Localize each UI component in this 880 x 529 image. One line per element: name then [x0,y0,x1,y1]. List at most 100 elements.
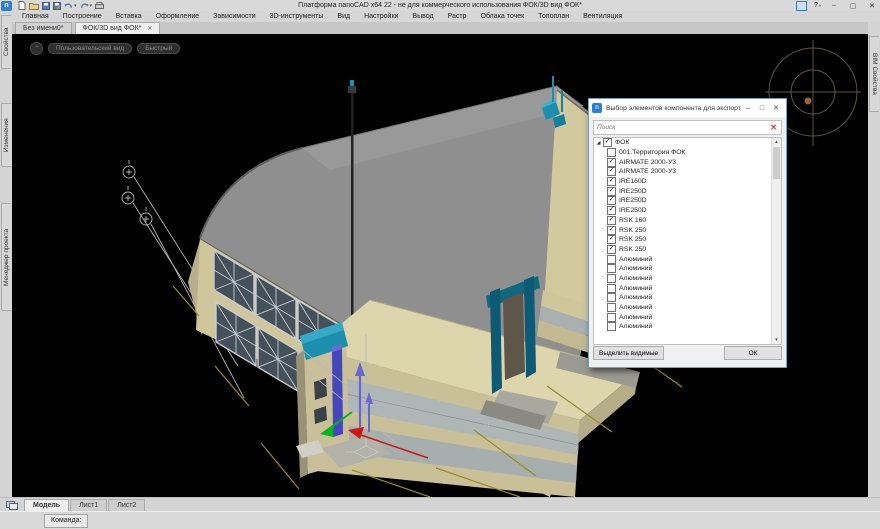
checkbox[interactable] [607,313,616,322]
undo-dropdown-icon[interactable]: ▾ [74,3,77,9]
ribbon-tab-Зависимости[interactable]: Зависимости [213,13,255,20]
dialog-search-input[interactable] [594,124,766,131]
tree-item[interactable]: 001.Территория ФОК [594,148,781,158]
ribbon-tab-Облака точек[interactable]: Облака точек [481,13,525,20]
dialog-minimize-button[interactable]: – [741,105,755,112]
dialog-maximize-button[interactable]: □ [755,105,769,112]
left-panel-tab-2[interactable]: Изменения [1,103,11,167]
checkbox[interactable]: ✓ [607,177,616,186]
tree-item[interactable]: ✓RSK 160 [594,216,781,226]
ribbon-tab-Вывод[interactable]: Вывод [412,13,433,20]
checkbox[interactable]: ✓ [607,206,616,215]
tree-item[interactable]: ✓AIRMATE 2000-У3 [594,157,781,167]
redo-dropdown-icon[interactable]: ▾ [90,3,93,9]
sheet-tab-Лист1[interactable]: Лист1 [70,499,107,512]
search-clear-icon[interactable]: ✕ [766,123,781,132]
checkbox[interactable] [607,284,616,293]
left-panel-tab-3[interactable]: Менеджер проекта [1,203,11,311]
open-folder-icon[interactable] [29,2,39,10]
checkbox[interactable]: ✓ [607,158,616,167]
minimize-button[interactable]: – [828,2,840,9]
tree-item[interactable]: Алюминий [594,293,781,303]
tree-item[interactable]: ◢✓ФОК [594,138,781,148]
save-icon[interactable] [42,2,50,10]
ok-button[interactable]: ОК [724,346,782,360]
viewport-collapse-button[interactable]: − [30,42,43,55]
layout-icon[interactable] [6,501,18,510]
tree-item[interactable]: ✓RSK 250 [594,235,781,245]
scroll-down-icon[interactable]: ▼ [772,336,781,344]
tree-item[interactable]: Алюминий [594,254,781,264]
checkbox[interactable] [607,303,616,312]
command-prompt[interactable]: Команда: [44,514,88,528]
checkbox[interactable] [607,148,616,157]
ribbon-tab-Вентиляция[interactable]: Вентиляция [583,13,622,20]
tree-item[interactable]: ✓RSK 250 [594,225,781,235]
close-button[interactable]: ✕ [866,2,878,10]
tree-item[interactable]: ✓AIRMATE 2000-У3 [594,167,781,177]
tree-item[interactable]: ✓RSK 250 [594,245,781,255]
tree-item[interactable]: Алюминий [594,303,781,313]
tree-item[interactable]: ✓IRE160D [594,177,781,187]
tree-item[interactable]: Алюминий [594,283,781,293]
tree-item[interactable]: Алюминий [594,264,781,274]
document-tab[interactable]: ФОК/3D вид ФОК*✕ [75,22,161,34]
print-icon[interactable] [95,2,104,10]
ribbon-tab-Топоплан[interactable]: Топоплан [538,13,569,20]
ribbon-tab-3D-инструменты[interactable]: 3D-инструменты [270,13,324,20]
command-line-bar[interactable]: Команда: [0,511,880,529]
checkbox[interactable]: ✓ [607,235,616,244]
viewport-style-button[interactable]: Быстрый [137,43,180,54]
checkbox[interactable]: ✓ [607,226,616,235]
tree-item[interactable]: Алюминий [594,312,781,322]
viewport-view-button[interactable]: Пользовательский вид [48,43,132,54]
expander-icon[interactable]: ◢ [594,140,603,146]
checkbox[interactable] [607,322,616,331]
checkbox[interactable] [607,293,616,302]
dialog-titlebar[interactable]: n Выбор элементов компонента для экспорт… [589,99,786,117]
ribbon-tab-Вид[interactable]: Вид [337,13,350,20]
tree-item[interactable]: Алюминий [594,274,781,284]
tree-item[interactable]: ✓IRE250D [594,206,781,216]
undo-icon[interactable] [64,2,73,10]
select-visible-button[interactable]: Выделить видимые [593,346,664,360]
save-as-icon[interactable] [53,2,61,10]
new-document-icon[interactable] [18,1,26,10]
ribbon-tab-Главная[interactable]: Главная [22,13,49,20]
help-icon[interactable]: ? ▾ [814,2,821,9]
scroll-thumb[interactable] [773,147,780,179]
checkbox[interactable]: ✓ [607,187,616,196]
ribbon-tab-Построение[interactable]: Построение [63,13,102,20]
scroll-up-icon[interactable]: ▲ [772,138,781,146]
dialog-app-icon: n [592,103,602,113]
redo-icon[interactable] [80,2,89,10]
dialog-close-button[interactable]: ✕ [769,104,783,112]
tree-item[interactable]: ✓IRE250D [594,196,781,206]
tree-scrollbar[interactable]: ▲ ▼ [771,138,781,344]
tab-close-icon[interactable]: ✕ [147,25,152,32]
tree-item-label: AIRMATE 2000-У3 [619,159,676,166]
tree-item[interactable]: Алюминий [594,322,781,332]
tree-item[interactable]: ✓IRE250D [594,186,781,196]
ribbon-tab-Оформление[interactable]: Оформление [156,13,199,20]
checkbox[interactable] [607,255,616,264]
ribbon-tab-Растр[interactable]: Растр [448,13,467,20]
sheet-tab-Лист2[interactable]: Лист2 [108,499,145,512]
sheet-tab-Модель[interactable]: Модель [24,499,69,512]
ribbon-tab-Вставка[interactable]: Вставка [116,13,142,20]
license-icon[interactable] [796,1,807,11]
maximize-button[interactable]: ▢ [847,2,859,10]
app-logo-icon[interactable]: n [1,1,12,11]
right-panel-tab-1[interactable]: BIM Свойства [869,36,879,112]
checkbox[interactable] [607,264,616,273]
checkbox[interactable]: ✓ [607,245,616,254]
checkbox[interactable] [607,274,616,283]
checkbox[interactable]: ✓ [607,196,616,205]
document-tab[interactable]: Без имени0* [15,22,72,34]
checkbox[interactable]: ✓ [607,167,616,176]
checkbox[interactable]: ✓ [603,138,612,147]
component-tree[interactable]: ▲ ▼ ◢✓ФОК001.Территория ФОК✓AIRMATE 2000… [593,137,782,345]
left-panel-tab-1[interactable]: Свойства [1,15,11,69]
ribbon-tab-Настройки[interactable]: Настройки [364,13,398,20]
checkbox[interactable]: ✓ [607,216,616,225]
